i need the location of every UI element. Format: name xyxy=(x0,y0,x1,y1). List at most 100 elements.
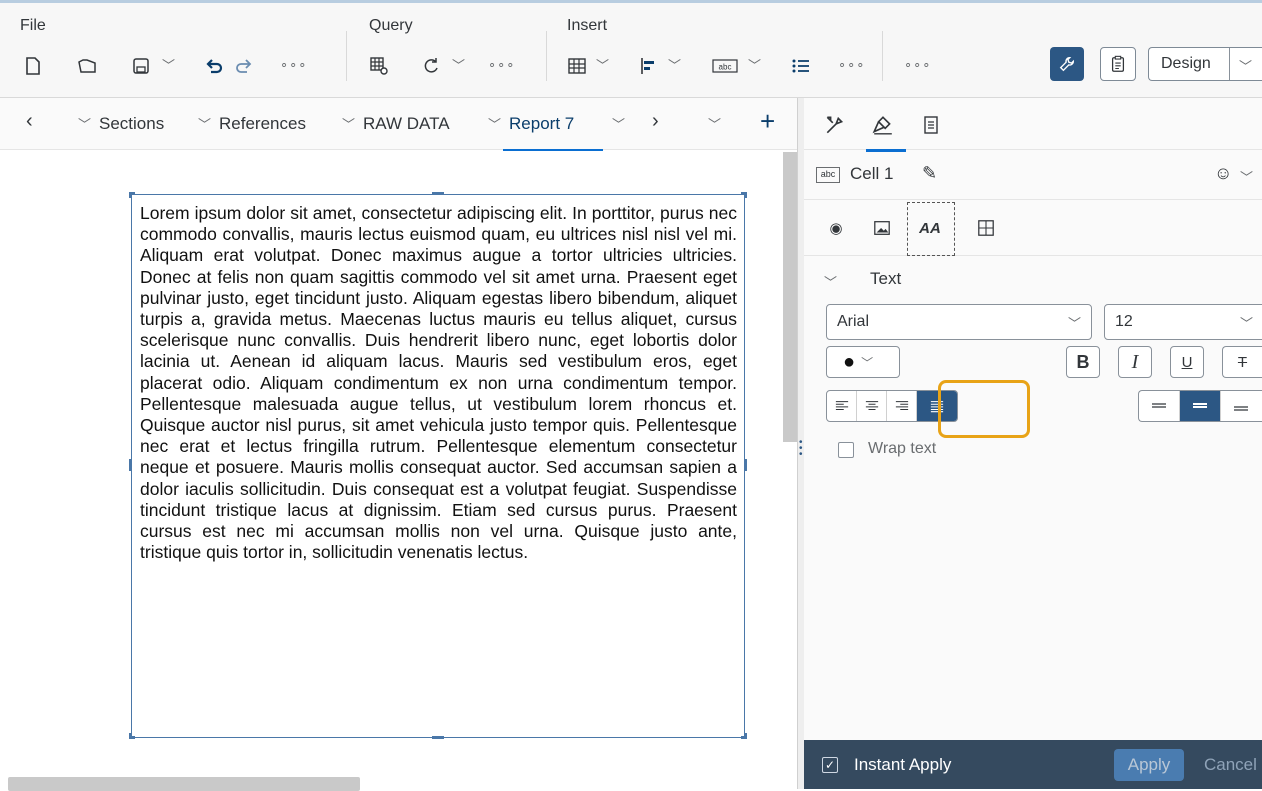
cancel-button[interactable]: Cancel xyxy=(1204,755,1257,775)
text-cell-content: Lorem ipsum dolor sit amet, consectetur … xyxy=(140,203,737,563)
underline-button[interactable]: U xyxy=(1170,346,1204,378)
align-right-icon xyxy=(895,401,908,411)
font-family-select[interactable]: Arial ﹀ xyxy=(826,304,1092,340)
underline-label: U xyxy=(1181,353,1193,371)
align-center-button[interactable] xyxy=(857,391,887,421)
toolbar-separator xyxy=(882,31,883,81)
image-icon[interactable] xyxy=(870,216,894,240)
resize-handle[interactable] xyxy=(744,192,747,198)
report-7-chevron-down-icon[interactable]: ﹀ xyxy=(612,114,633,134)
chevron-down-icon: ﹀ xyxy=(488,117,502,132)
chevron-down-icon: ﹀ xyxy=(342,117,356,132)
report-tab-bar: ‹ ﹀ Sections ﹀ References ﹀ RAW DATA ﹀ Repor… xyxy=(0,98,800,150)
font-color-button[interactable]: ● ﹀ xyxy=(826,346,900,378)
tab-references[interactable]: ﹀ References xyxy=(198,114,306,134)
tab-scroll-right-icon[interactable]: › xyxy=(652,110,659,133)
bold-button[interactable]: B xyxy=(1066,346,1100,378)
instant-apply-checkbox[interactable]: ✓ xyxy=(822,757,838,773)
all-tabs-chevron-down-icon[interactable]: ﹀ xyxy=(708,114,729,134)
align-center-icon xyxy=(865,401,878,411)
save-icon[interactable] xyxy=(128,53,154,79)
align-left-button[interactable] xyxy=(827,391,857,421)
tab-label: RAW DATA xyxy=(363,114,450,133)
resize-handle[interactable] xyxy=(129,192,132,198)
more-icon[interactable]: ∘∘∘ xyxy=(904,57,931,73)
wrench-button[interactable] xyxy=(1050,47,1084,81)
chevron-down-icon: ﹀ xyxy=(78,117,92,132)
tab-label: Report 7 xyxy=(509,114,575,133)
text-cell[interactable]: Lorem ipsum dolor sit amet, consectetur … xyxy=(131,194,745,738)
align-left-icon xyxy=(835,401,848,411)
resize-handle[interactable] xyxy=(744,733,747,739)
splitter-grip-icon[interactable]: • • • xyxy=(799,438,803,460)
clipboard-icon xyxy=(1111,55,1125,72)
undo-icon[interactable] xyxy=(202,53,228,79)
text-section-title: Text xyxy=(870,269,902,288)
color-swatch-icon: ● xyxy=(843,350,856,373)
strikethrough-label: T xyxy=(1237,353,1248,371)
refresh-chevron-down-icon[interactable]: ﹀ xyxy=(452,55,465,74)
resize-handle[interactable] xyxy=(129,459,132,471)
toolbar-separator xyxy=(346,31,347,81)
valign-middle-button[interactable] xyxy=(1180,391,1221,421)
visibility-eye-icon[interactable]: ◉ xyxy=(824,216,848,240)
new-document-icon[interactable] xyxy=(20,53,46,79)
insert-more-icon[interactable]: ∘∘∘ xyxy=(838,57,865,73)
palette-icon[interactable]: ☺ xyxy=(1214,163,1232,184)
edit-pencil-icon[interactable]: ✎ xyxy=(922,163,937,184)
tools-icon[interactable] xyxy=(822,112,848,138)
apply-label: Apply xyxy=(1127,755,1171,774)
font-family-chevron-down-icon: ﹀ xyxy=(1067,316,1081,331)
insert-table-icon[interactable] xyxy=(564,53,590,79)
vertical-scrollbar[interactable] xyxy=(783,152,797,442)
resize-handle[interactable] xyxy=(432,192,444,195)
strikethrough-button[interactable]: T xyxy=(1222,346,1262,378)
save-chevron-down-icon[interactable]: ﹀ xyxy=(162,55,175,74)
font-size-select[interactable]: 12 ﹀ xyxy=(1104,304,1262,340)
refresh-icon[interactable] xyxy=(418,53,444,79)
file-more-icon[interactable]: ∘∘∘ xyxy=(280,57,307,73)
tab-raw-data[interactable]: ﹀ RAW DATA xyxy=(342,114,450,134)
italic-button[interactable]: I xyxy=(1118,346,1152,378)
tab-sections[interactable]: ﹀ Sections xyxy=(78,114,164,134)
table-chevron-down-icon[interactable]: ﹀ xyxy=(596,55,609,74)
document-icon[interactable] xyxy=(918,112,944,138)
chevron-down-icon: ﹀ xyxy=(198,117,212,132)
insert-list-icon[interactable] xyxy=(788,53,814,79)
chart-chevron-down-icon[interactable]: ﹀ xyxy=(668,55,681,74)
svg-text:abc: abc xyxy=(719,63,732,72)
design-mode-label: Design xyxy=(1161,55,1211,72)
align-right-button[interactable] xyxy=(887,391,917,421)
insert-cell-icon[interactable]: abc xyxy=(710,53,740,79)
format-brush-icon[interactable] xyxy=(870,112,896,138)
active-panel-tab-indicator xyxy=(866,149,906,152)
insert-chart-icon[interactable] xyxy=(636,53,662,79)
clipboard-button[interactable] xyxy=(1100,47,1136,81)
design-mode-select[interactable]: Design ﹀ xyxy=(1148,47,1262,81)
query-group-label: Query xyxy=(369,17,413,34)
add-tab-icon[interactable]: + xyxy=(760,106,775,137)
wrap-text-checkbox[interactable] xyxy=(838,442,854,458)
valign-middle-icon xyxy=(1193,403,1207,408)
text-section-collapse-icon[interactable]: ﹀ xyxy=(824,272,837,291)
valign-bottom-button[interactable] xyxy=(1221,391,1261,421)
valign-top-button[interactable] xyxy=(1139,391,1180,421)
query-settings-icon[interactable] xyxy=(366,53,392,79)
tab-scroll-left-icon[interactable]: ‹ xyxy=(26,110,33,133)
wrench-icon xyxy=(1059,57,1074,72)
resize-handle[interactable] xyxy=(744,459,747,471)
font-size-value: 12 xyxy=(1115,313,1133,330)
resize-handle[interactable] xyxy=(432,736,444,739)
design-chevron-down-icon[interactable]: ﹀ xyxy=(1239,56,1252,75)
palette-chevron-down-icon[interactable]: ﹀ xyxy=(1240,167,1253,186)
borders-grid-icon[interactable] xyxy=(974,216,998,240)
tab-report-7[interactable]: ﹀ Report 7 xyxy=(488,114,574,134)
redo-icon[interactable] xyxy=(230,53,256,79)
query-more-icon[interactable]: ∘∘∘ xyxy=(488,57,515,73)
cell-chevron-down-icon[interactable]: ﹀ xyxy=(748,55,761,74)
apply-button[interactable]: Apply xyxy=(1114,749,1184,781)
text-format-icon[interactable]: AA xyxy=(918,216,942,240)
valign-bottom-icon xyxy=(1234,406,1248,411)
open-folder-icon[interactable] xyxy=(74,53,100,79)
resize-handle[interactable] xyxy=(129,733,132,739)
